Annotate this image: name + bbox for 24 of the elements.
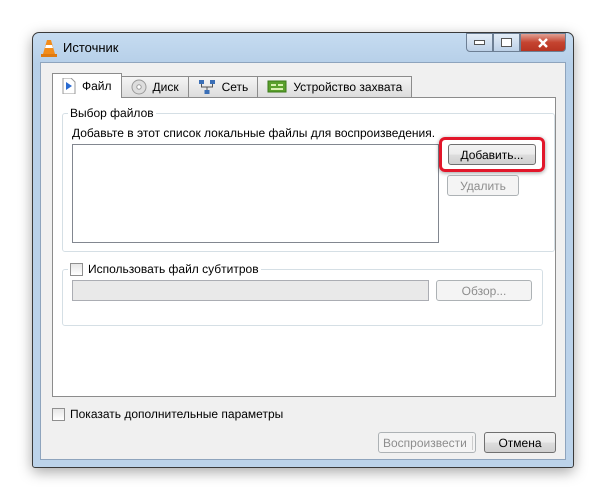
checkbox[interactable]	[70, 262, 83, 276]
add-button[interactable]: Добавить...	[448, 144, 536, 165]
tab[interactable]: Файл	[52, 73, 122, 98]
maximize-button[interactable]	[493, 33, 520, 52]
capture-card-icon	[267, 80, 288, 94]
window-title: Источник	[63, 40, 118, 55]
cancel-button[interactable]: Отмена	[484, 432, 556, 453]
group-title: Выбор файлов	[69, 106, 155, 120]
checkbox[interactable]	[52, 408, 65, 420]
tab[interactable]: Сеть	[188, 76, 258, 97]
document-icon	[62, 78, 76, 94]
close-button[interactable]	[520, 33, 566, 52]
close-icon	[537, 38, 549, 48]
hint-text: Добавьте в этот список локальные файлы для воспроизведения.	[72, 126, 436, 140]
disc-icon	[130, 79, 147, 95]
checkbox-label: Показать дополнительные параметры	[70, 407, 284, 421]
minimize-button[interactable]	[466, 33, 493, 52]
tab[interactable]: Устройство захвата	[257, 76, 412, 97]
network-icon	[198, 79, 216, 95]
path-field[interactable]	[72, 280, 429, 301]
traffic-cone-icon	[41, 38, 57, 56]
file-list[interactable]	[72, 144, 439, 243]
checkbox-label: Использовать файл субтитров	[88, 262, 259, 276]
tab[interactable]: Диск	[120, 76, 189, 97]
